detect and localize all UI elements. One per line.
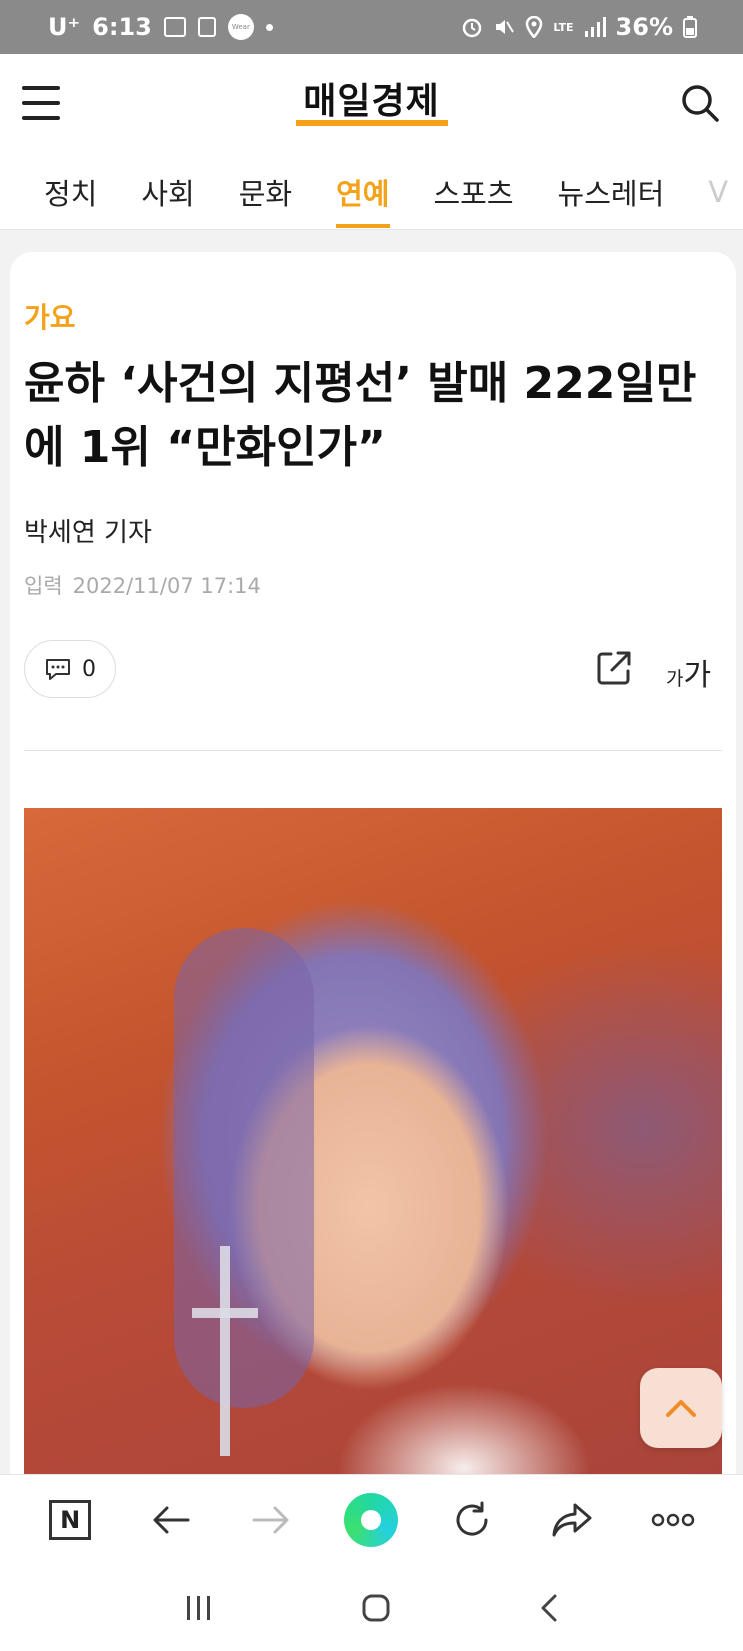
tab-entertainment[interactable]: 연예 xyxy=(336,154,390,229)
share-icon[interactable] xyxy=(594,648,634,688)
wear-label: Wear xyxy=(231,23,250,31)
reload-button[interactable] xyxy=(442,1490,502,1550)
tab-newsletter[interactable]: 뉴스레터 xyxy=(558,154,665,229)
logo-underline xyxy=(296,120,448,126)
search-icon[interactable] xyxy=(679,82,721,124)
article-dateline: 입력 2022/11/07 17:14 xyxy=(24,570,261,600)
photo-earring-cross-shape xyxy=(192,1308,258,1318)
comment-icon xyxy=(46,659,70,680)
network-label: LTE xyxy=(553,20,574,34)
battery-percent: 36% xyxy=(615,13,673,41)
share-arrow-icon xyxy=(552,1503,592,1536)
article-photo[interactable] xyxy=(24,808,722,1508)
arrow-left-icon xyxy=(153,1506,190,1533)
date-value: 2022/11/07 17:14 xyxy=(72,574,261,598)
browser-toolbar: N xyxy=(0,1474,743,1564)
article-divider xyxy=(24,750,722,751)
font-size-small-label: 가 xyxy=(666,668,684,690)
article-category[interactable]: 가요 xyxy=(24,296,76,336)
photo-hair-shape xyxy=(174,928,314,1408)
more-button[interactable] xyxy=(643,1490,703,1550)
tab-society[interactable]: 사회 xyxy=(141,154,194,229)
tab-politics[interactable]: 정치 xyxy=(44,154,97,229)
naver-home-icon: N xyxy=(49,1499,92,1540)
tab-culture[interactable]: 문화 xyxy=(239,154,292,229)
recent-apps-icon[interactable] xyxy=(184,1594,214,1622)
clock: 6:13 xyxy=(92,13,152,41)
scroll-top-button[interactable] xyxy=(640,1368,722,1448)
chevron-up-icon xyxy=(666,1400,696,1417)
font-size-button[interactable]: 가가 xyxy=(666,650,711,694)
carrier-label: U⁺ xyxy=(48,13,81,41)
comment-button[interactable]: 0 xyxy=(24,640,116,698)
photo-earring-shape xyxy=(220,1246,230,1456)
back-nav-icon[interactable] xyxy=(538,1593,560,1623)
battery-icon xyxy=(683,16,697,38)
date-label: 입력 xyxy=(24,574,63,598)
category-tabs: 정치 사회 문화 연예 스포츠 뉴스레터 V xyxy=(0,154,743,230)
forward-button[interactable] xyxy=(241,1490,301,1550)
location-icon xyxy=(526,16,543,38)
font-size-large-label: 가 xyxy=(683,658,712,693)
site-logo[interactable]: 매일경제 xyxy=(0,72,743,124)
alarm-icon xyxy=(463,18,482,38)
wear-notification-icon: Wear xyxy=(227,14,254,40)
door-notification-icon xyxy=(197,17,216,37)
arrow-right-icon xyxy=(252,1506,289,1533)
tab-sports[interactable]: 스포츠 xyxy=(434,154,514,229)
status-bar: U⁺ 6:13 Wear LTE 36% xyxy=(0,0,743,54)
article-headline: 윤하 ‘사건의 지평선’ 발매 222일만에 1위 “만화인가” xyxy=(24,358,697,473)
mute-icon xyxy=(496,20,515,34)
tab-more[interactable]: V xyxy=(708,154,728,229)
gallery-notification-icon xyxy=(163,17,186,37)
naver-green-dot-icon xyxy=(344,1492,399,1547)
home-icon[interactable] xyxy=(361,1593,391,1623)
green-dot-button[interactable] xyxy=(341,1490,401,1550)
naver-home-button[interactable]: N xyxy=(40,1490,100,1550)
more-notifications-dot xyxy=(265,23,273,31)
back-button[interactable] xyxy=(141,1490,201,1550)
site-header: 매일경제 xyxy=(0,54,743,154)
signal-icon xyxy=(584,17,606,37)
system-nav-bar xyxy=(0,1564,743,1651)
comment-count: 0 xyxy=(82,656,96,682)
article-card: 가요 윤하 ‘사건의 지평선’ 발매 222일만에 1위 “만화인가” 박세연 … xyxy=(10,252,736,1508)
more-icon xyxy=(651,1513,694,1526)
share-page-button[interactable] xyxy=(542,1490,602,1550)
reload-icon xyxy=(456,1501,488,1535)
article-author[interactable]: 박세연 기자 xyxy=(24,512,152,549)
